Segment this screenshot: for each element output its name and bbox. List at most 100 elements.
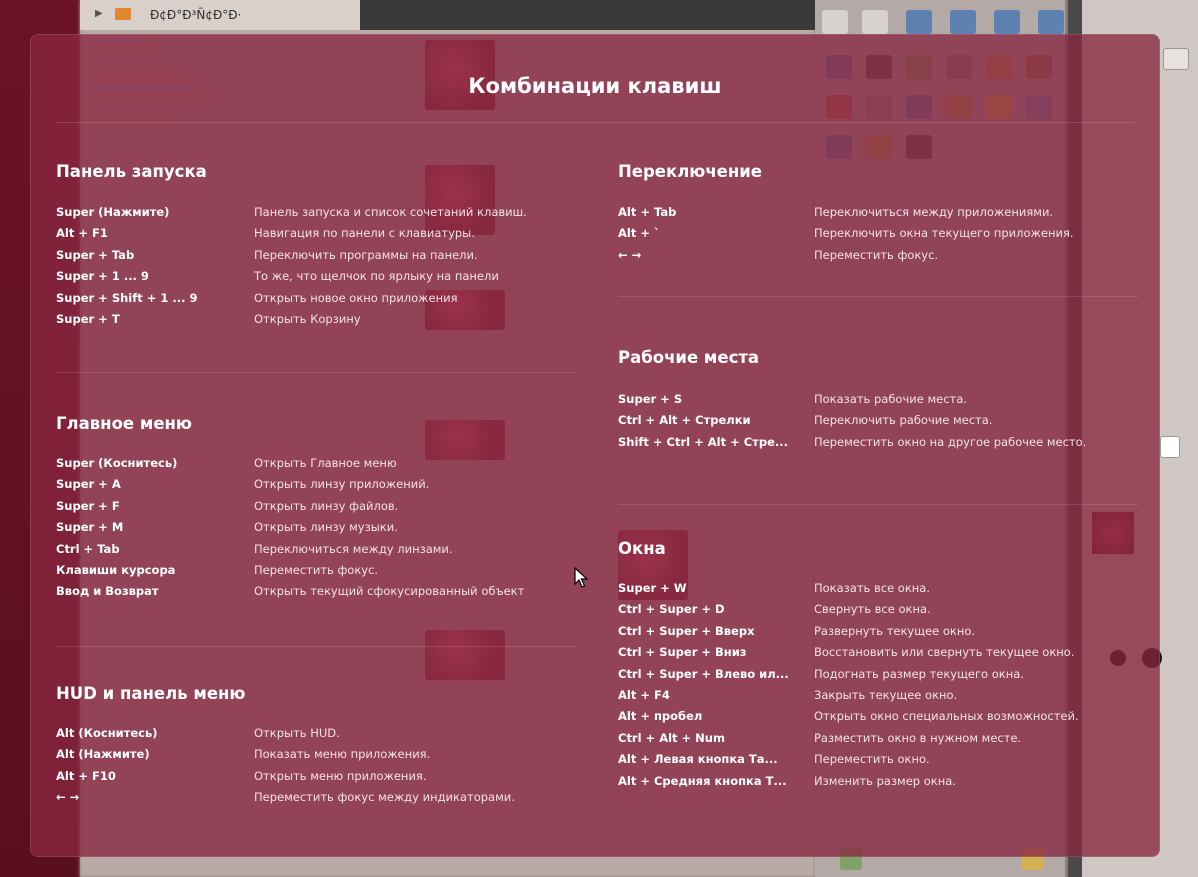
shortcut-row: Alt + F1 Навигация по панели с клавиатуры… (56, 226, 576, 247)
overlay-title: Комбинации клавиш (468, 74, 722, 98)
shortcut-row: Ctrl + Super + D Свернуть все окна. (618, 602, 1138, 623)
shortcut-desc: Открыть линзу приложений. (254, 477, 430, 492)
dash-shortcuts: Super (Коснитесь) Открыть Главное меню Su… (56, 456, 576, 606)
shortcut-desc: Открыть Главное меню (254, 456, 397, 470)
shortcut-desc: Открыть новое окно приложения (254, 290, 458, 305)
shortcut-row: Super (Коснитесь) Открыть Главное меню (56, 456, 576, 477)
layer-tool-icon (1038, 10, 1064, 34)
shortcut-desc: Свернуть все окна. (814, 602, 931, 617)
shortcut-row: Super (Нажмите) Панель запуска и список с… (56, 205, 576, 226)
pathbar-folder-label: Ð¢Ð°Ð³Ñ¢Ð°Ð· (150, 8, 242, 22)
shortcut-desc: Панель запуска и список сочетаний клавиш… (254, 205, 527, 219)
shortcut-key: Alt + ` (618, 226, 660, 241)
shortcut-row: Alt + Средняя кнопка Т... Изменить размер… (618, 774, 1138, 795)
layer-tool-icon (994, 10, 1020, 34)
shortcut-key: Ctrl + Super + D (618, 602, 725, 617)
shortcut-row: ← → Переместить фокус между индикаторами. (56, 790, 576, 811)
shortcut-desc: Переключить рабочие места. (814, 413, 993, 428)
shortcut-key: Alt + F4 (618, 687, 670, 702)
shortcut-key: Super (Коснитесь) (56, 456, 178, 470)
shortcut-row: Ctrl + Super + Вниз Восстановить или свер… (618, 645, 1138, 666)
shortcut-desc: Показать меню приложения. (254, 747, 431, 762)
shortcut-key: ← → (618, 247, 642, 262)
shortcut-row: Alt (Нажмите) Показать меню приложения. (56, 747, 576, 768)
measure-tool-icon (862, 10, 888, 34)
shortcut-row: Alt + пробел Открыть окно специальных воз… (618, 709, 1138, 730)
shortcut-row: Ctrl + Tab Переключиться между линзами. (56, 542, 576, 563)
shortcut-key: Super + Tab (56, 247, 135, 262)
shortcut-row: Super + 1 ... 9 То же, что щелчок по ярлы… (56, 269, 576, 290)
panel-button (1163, 48, 1189, 70)
shortcut-desc: Навигация по панели с клавиатуры. (254, 226, 475, 241)
shortcut-key: Super + T (56, 311, 120, 326)
shortcut-desc: То же, что щелчок по ярлыку на панели (254, 269, 499, 284)
shortcut-row: Alt + F10 Открыть меню приложения. (56, 769, 576, 790)
shortcut-key: Super + 1 ... 9 (56, 269, 149, 284)
section-title-hud: HUD и панель меню (56, 684, 246, 703)
shortcut-desc: Переключиться между линзами. (254, 541, 453, 556)
section-divider (56, 646, 576, 647)
layer-tool-icon (906, 10, 932, 34)
shortcut-row: Super + W Показать все окна. (618, 581, 1138, 602)
mouse-pointer-icon (574, 567, 589, 588)
shortcut-desc: Переключиться между приложениями. (814, 205, 1054, 219)
windows-shortcuts: Super + W Показать все окна. Ctrl + Super… (618, 581, 1138, 795)
shortcut-key: Ctrl + Alt + Num (618, 730, 725, 745)
shortcut-desc: Открыть меню приложения. (254, 768, 427, 783)
shortcut-row: Alt (Коснитесь) Открыть HUD. (56, 726, 576, 747)
launcher-shortcuts: Super (Нажмите) Панель запуска и список с… (56, 205, 576, 333)
shortcut-desc: Развернуть текущее окно. (814, 623, 976, 638)
shortcut-desc: Показать рабочие места. (814, 392, 967, 406)
shortcut-row: ← → Переместить фокус. (618, 248, 1138, 269)
hud-shortcuts: Alt (Коснитесь) Открыть HUD. Alt (Нажмите… (56, 726, 576, 812)
shortcut-desc: Переместить окно на другое рабочее место… (814, 434, 1087, 449)
shortcut-key: ← → (56, 790, 80, 805)
shortcut-key: Ввод и Возврат (56, 584, 159, 599)
shortcut-row: Super + F Открыть линзу файлов. (56, 499, 576, 520)
shortcut-key: Ctrl + Super + Вниз (618, 645, 747, 660)
shortcut-row: Ctrl + Super + Влево ил... Подогнать разм… (618, 667, 1138, 688)
shortcut-key: Super + W (618, 581, 687, 595)
shortcut-row: Shift + Ctrl + Alt + Стре... Переместить … (618, 435, 1138, 456)
shortcut-key: Клавиши курсора (56, 562, 176, 577)
shortcut-key: Super + S (618, 392, 683, 406)
shortcut-row: Alt + F4 Закрыть текущее окно. (618, 688, 1138, 709)
shortcut-key: Super + F (56, 498, 120, 513)
panel-checkbox (1160, 436, 1180, 458)
section-title-workspaces: Рабочие места (618, 348, 760, 367)
section-title-launcher: Панель запуска (56, 162, 207, 181)
shortcut-key: Ctrl + Tab (56, 541, 120, 556)
section-divider (618, 504, 1138, 505)
section-divider (618, 296, 1138, 297)
shortcut-row: Ctrl + Super + Вверх Развернуть текущее о… (618, 624, 1138, 645)
shortcut-desc: Переключить программы на панели. (254, 247, 478, 262)
expand-arrow-icon: ▶ (95, 8, 103, 19)
shortcut-key: Ctrl + Super + Вверх (618, 623, 755, 638)
shortcut-desc: Переместить фокус. (254, 562, 379, 577)
move-tool-icon (822, 10, 848, 34)
shortcut-key: Ctrl + Alt + Стрелки (618, 413, 751, 428)
shortcut-key: Alt + пробел (618, 709, 703, 724)
shortcut-desc: Закрыть текущее окно. (814, 687, 958, 702)
shortcut-row: Super + S Показать рабочие места. (618, 392, 1138, 413)
shortcut-desc: Изменить размер окна. (814, 773, 956, 788)
shortcut-row: Ctrl + Alt + Стрелки Переключить рабочие … (618, 413, 1138, 434)
shortcut-key: Shift + Ctrl + Alt + Стре... (618, 434, 788, 449)
shortcut-key: Super + M (56, 520, 124, 535)
shortcut-desc: Открыть HUD. (254, 726, 340, 740)
switching-shortcuts: Alt + Tab Переключиться между приложениям… (618, 205, 1138, 269)
shortcut-row: Super + T Открыть Корзину (56, 312, 576, 333)
shortcut-row: Alt + ` Переключить окна текущего приложе… (618, 226, 1138, 247)
shortcut-desc: Восстановить или свернуть текущее окно. (814, 645, 1075, 660)
shortcut-row: Ввод и Возврат Открыть текущий сфокусиров… (56, 584, 576, 605)
shortcut-row: Super + A Открыть линзу приложений. (56, 477, 576, 498)
shortcut-row: Alt + Tab Переключиться между приложениям… (618, 205, 1138, 226)
shortcut-key: Super + A (56, 477, 121, 492)
folder-icon (115, 8, 131, 20)
shortcut-key: Alt + F10 (56, 768, 116, 783)
shortcut-row: Super + Tab Переключить программы на пане… (56, 248, 576, 269)
shortcut-desc: Переместить фокус между индикаторами. (254, 790, 515, 805)
shortcuts-overlay: Комбинации клавиш Панель запуска Super (… (30, 34, 1160, 857)
shortcut-key: Alt + Средняя кнопка Т... (618, 773, 787, 788)
shortcut-desc: Открыть текущий сфокусированный объект (254, 584, 525, 599)
